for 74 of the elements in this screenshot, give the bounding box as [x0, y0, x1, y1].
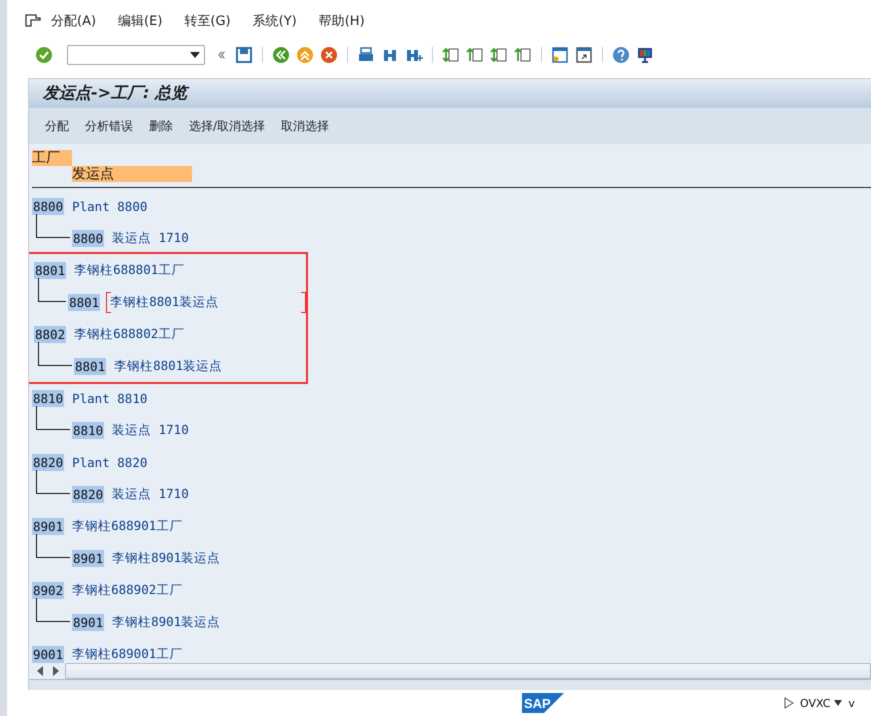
tree-connector	[38, 342, 72, 366]
back-icon[interactable]	[272, 46, 290, 64]
page-arrow-icon[interactable]	[466, 46, 484, 64]
caret-icon	[190, 52, 200, 58]
shipping-point-key[interactable]: 8820	[72, 486, 104, 502]
shipping-point-key[interactable]: 8800	[72, 230, 104, 246]
system-name: OVXC	[800, 696, 830, 710]
page-arrow-icon[interactable]	[490, 46, 508, 64]
plant-name: Plant 8800	[72, 198, 148, 214]
shipping-point-name: 李钢柱8901装运点	[112, 550, 220, 566]
shipping-point-key[interactable]: 8901	[72, 550, 104, 566]
plant-key[interactable]: 8801	[34, 262, 66, 278]
plant-name: 李钢柱688802工厂	[74, 326, 184, 342]
tree-connector	[36, 214, 70, 238]
plant-name: 李钢柱688902工厂	[72, 582, 182, 598]
command-field[interactable]	[67, 45, 205, 65]
shipping-point-name: 装运点 1710	[112, 486, 189, 502]
sap-logo: SAP	[522, 693, 564, 713]
plant-name: 李钢柱688901工厂	[72, 518, 182, 534]
print-icon[interactable]	[357, 46, 375, 64]
tree-connector	[36, 598, 70, 622]
shipping-point-key[interactable]: 8801	[68, 294, 100, 310]
menu-item[interactable]: 帮助(H)	[308, 12, 377, 30]
save-icon[interactable]	[235, 46, 253, 64]
tree-connector	[36, 406, 70, 430]
cursor-field[interactable]: 李钢柱8801装运点	[108, 294, 306, 310]
toolbar-button[interactable]: 分配	[37, 114, 77, 138]
menu-item[interactable]: 分配(A)	[41, 12, 108, 30]
plant-name: Plant 8810	[72, 390, 148, 406]
toolbar-button[interactable]: 取消选择	[273, 114, 338, 138]
status-text: v	[848, 696, 855, 710]
tree-connector	[36, 534, 70, 558]
shipping-point-name: 李钢柱8901装运点	[112, 614, 220, 630]
plant-key[interactable]: 8820	[32, 454, 64, 470]
shortcut-window-icon[interactable]	[575, 46, 593, 64]
toolbar-button[interactable]: 删除	[141, 114, 181, 138]
tree-connector	[36, 470, 70, 494]
plant-name: Plant 8820	[72, 454, 148, 470]
plant-key[interactable]: 8810	[32, 390, 64, 406]
scroll-right-icon[interactable]	[51, 666, 59, 676]
play-icon[interactable]	[784, 697, 794, 709]
toolbar-button[interactable]: 分析错误	[77, 114, 141, 138]
plant-key[interactable]: 8902	[32, 582, 64, 598]
scroll-left-icon[interactable]	[37, 666, 45, 676]
shipping-point-name: 李钢柱8801装运点	[114, 358, 222, 374]
shipping-point-name: 装运点 1710	[112, 422, 189, 438]
shipping-point-key[interactable]: 8901	[72, 614, 104, 630]
scrollbar[interactable]	[65, 663, 871, 679]
page-arrow-icon[interactable]	[442, 46, 460, 64]
screen-title: 发运点->工厂: 总览	[43, 83, 188, 104]
page-arrow-icon[interactable]	[514, 46, 532, 64]
column-header: 发运点	[72, 166, 192, 182]
menu-icon[interactable]	[25, 14, 41, 28]
monitor-icon[interactable]	[636, 46, 654, 64]
shipping-point-key[interactable]: 8810	[72, 422, 104, 438]
new-window-icon[interactable]	[551, 46, 569, 64]
plant-key[interactable]: 9001	[32, 646, 64, 662]
plant-key[interactable]: 8901	[32, 518, 64, 534]
toolbar-button[interactable]: 选择/取消选择	[181, 114, 274, 138]
shipping-point-name: 装运点 1710	[112, 230, 189, 246]
plant-key[interactable]: 8802	[34, 326, 66, 342]
help-icon[interactable]	[612, 46, 630, 64]
column-header: 工厂	[32, 150, 72, 166]
cancel-icon[interactable]	[320, 46, 338, 64]
plant-name: 李钢柱688801工厂	[74, 262, 184, 278]
menu-item[interactable]: 编辑(E)	[108, 12, 174, 30]
plant-name: 李钢柱689001工厂	[72, 646, 182, 662]
shipping-point-key[interactable]: 8801	[74, 358, 106, 374]
tree-connector	[38, 278, 66, 302]
menu-item[interactable]: 转至(G)	[174, 12, 243, 30]
menu-item[interactable]: 系统(Y)	[242, 12, 309, 30]
caret-icon[interactable]	[834, 700, 842, 706]
plant-key[interactable]: 8800	[32, 198, 64, 214]
checkmark-icon[interactable]	[35, 46, 53, 64]
